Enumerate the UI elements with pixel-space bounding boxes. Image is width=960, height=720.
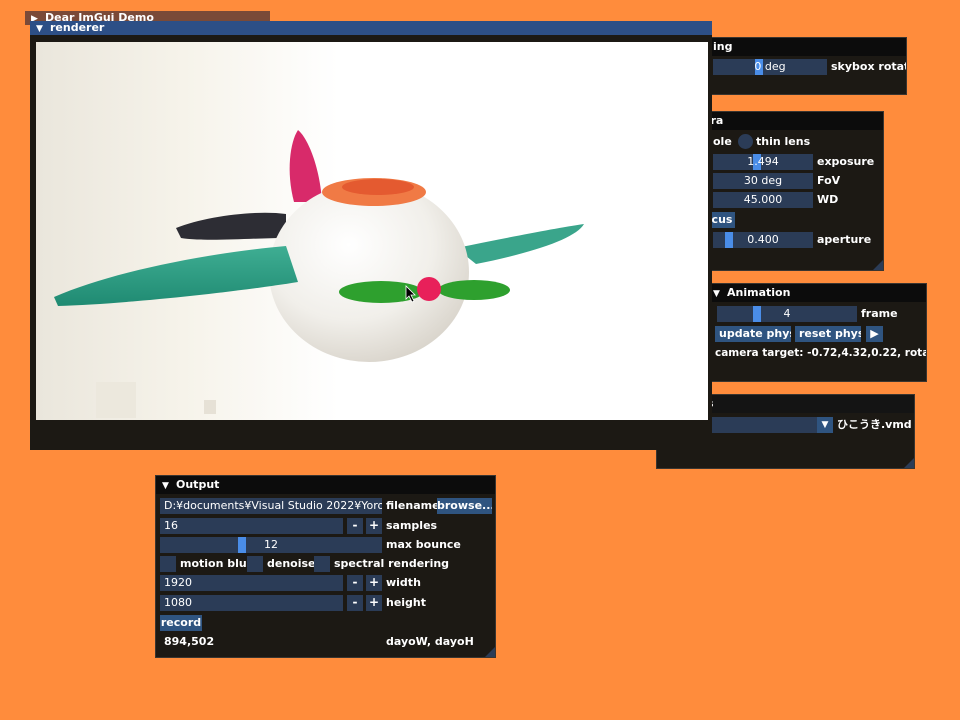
aperture-value: 0.400 [747, 233, 779, 246]
reset-physics-button[interactable]: reset phys. [795, 326, 861, 342]
camera-target-readout: camera target: -0.72,4.32,0.22, rotation… [715, 347, 926, 359]
pinhole-label[interactable]: ole [713, 134, 732, 150]
lighting-window[interactable]: ing 0 deg skybox rotation [700, 37, 907, 95]
spectral-rendering-checkbox[interactable] [314, 556, 330, 572]
play-button[interactable]: ▶ [866, 326, 883, 342]
max-bounce-slider[interactable]: 12 [160, 537, 382, 553]
browse-button[interactable]: browse... [437, 498, 492, 514]
samples-label: samples [386, 519, 438, 532]
resize-grip[interactable] [904, 458, 914, 468]
height-input[interactable]: 1080 [160, 595, 343, 611]
slider-grab[interactable] [725, 232, 733, 248]
aperture-label: aperture [817, 233, 872, 246]
skybox-value: 0 deg [754, 60, 786, 73]
spectral-rendering-label: spectral rendering [334, 557, 450, 570]
play-icon: ▶ [870, 327, 879, 340]
camera-titlebar[interactable]: era [691, 112, 883, 130]
filename-label: filename [386, 499, 440, 512]
thin-lens-radio[interactable] [738, 134, 753, 149]
resize-grip[interactable] [485, 647, 495, 657]
lighting-titlebar[interactable]: ing [701, 38, 906, 56]
slider-grab[interactable] [753, 306, 761, 322]
frame-slider[interactable]: 4 [717, 306, 857, 322]
skybox-rotation-slider[interactable]: 0 deg [713, 59, 827, 75]
exposure-label: exposure [817, 155, 875, 168]
output-titlebar[interactable]: ▼ Output [156, 476, 495, 494]
wd-label: WD [817, 193, 839, 206]
denoise-checkbox[interactable] [247, 556, 263, 572]
collapse-arrow-icon[interactable]: ▼ [36, 22, 50, 35]
motion-blur-checkbox[interactable] [160, 556, 176, 572]
samples-increment-button[interactable]: + [366, 518, 382, 534]
fov-label: FoV [817, 174, 841, 187]
animation-titlebar[interactable]: ▼ Animation [707, 284, 926, 302]
wd-slider[interactable]: 45.000 [713, 192, 813, 208]
collapse-arrow-icon[interactable]: ▼ [162, 477, 176, 494]
frame-value: 4 [783, 307, 791, 320]
height-increment-button[interactable]: + [366, 595, 382, 611]
exposure-value: 1.494 [747, 155, 779, 168]
filename-input[interactable]: D:¥documents¥Visual Studio 2022¥Yoroz [160, 498, 382, 514]
exposure-slider[interactable]: 1.494 [713, 154, 813, 170]
samples-input[interactable]: 16 [160, 518, 343, 534]
chevron-down-icon[interactable]: ▼ [817, 417, 833, 433]
slider-grab[interactable] [238, 537, 246, 553]
output-window[interactable]: ▼ Output D:¥documents¥Visual Studio 2022¥… [155, 475, 496, 658]
height-decrement-button[interactable]: - [347, 595, 363, 611]
focus-button[interactable]: cus [709, 212, 735, 228]
animation-window[interactable]: ▼Animation 4 frame update phys. reset ph… [706, 283, 927, 382]
denoise-label: denoise [267, 557, 316, 570]
size-readout-label: dayoW, dayoH [386, 635, 474, 648]
renderer-title: renderer [50, 21, 105, 34]
skybox-label: skybox rotation [831, 60, 906, 73]
max-bounce-label: max bounce [386, 538, 461, 551]
width-label: width [386, 576, 421, 589]
renderer-window[interactable]: ▼ renderer [30, 21, 712, 450]
animation-title: Animation [727, 286, 791, 299]
samples-decrement-button[interactable]: - [347, 518, 363, 534]
width-increment-button[interactable]: + [366, 575, 382, 591]
wd-value: 45.000 [743, 193, 783, 206]
fov-slider[interactable]: 30 deg [713, 173, 813, 189]
size-readout: 894,502 [164, 635, 215, 648]
height-label: height [386, 596, 427, 609]
collapse-arrow-icon[interactable]: ▼ [713, 285, 727, 302]
output-title: Output [176, 478, 220, 491]
record-button[interactable]: record [160, 615, 202, 631]
resize-grip[interactable] [873, 260, 883, 270]
width-input[interactable]: 1920 [160, 575, 343, 591]
aperture-slider[interactable]: 0.400 [713, 232, 813, 248]
camera-window[interactable]: era ole thin lens 1.494 exposure 30 deg … [690, 111, 884, 271]
width-decrement-button[interactable]: - [347, 575, 363, 591]
motion-file-label: ひこうき.vmd [837, 418, 912, 431]
fov-value: 30 deg [743, 174, 783, 187]
thin-lens-label: thin lens [756, 135, 811, 148]
update-physics-button[interactable]: update phys. [715, 326, 791, 342]
frame-label: frame [861, 307, 898, 320]
motion-blur-label: motion blur [180, 557, 253, 570]
airplane-render-image [36, 42, 708, 420]
renderer-titlebar[interactable]: ▼ renderer [30, 21, 712, 35]
render-viewport[interactable] [36, 42, 708, 420]
max-bounce-value: 12 [264, 538, 278, 551]
